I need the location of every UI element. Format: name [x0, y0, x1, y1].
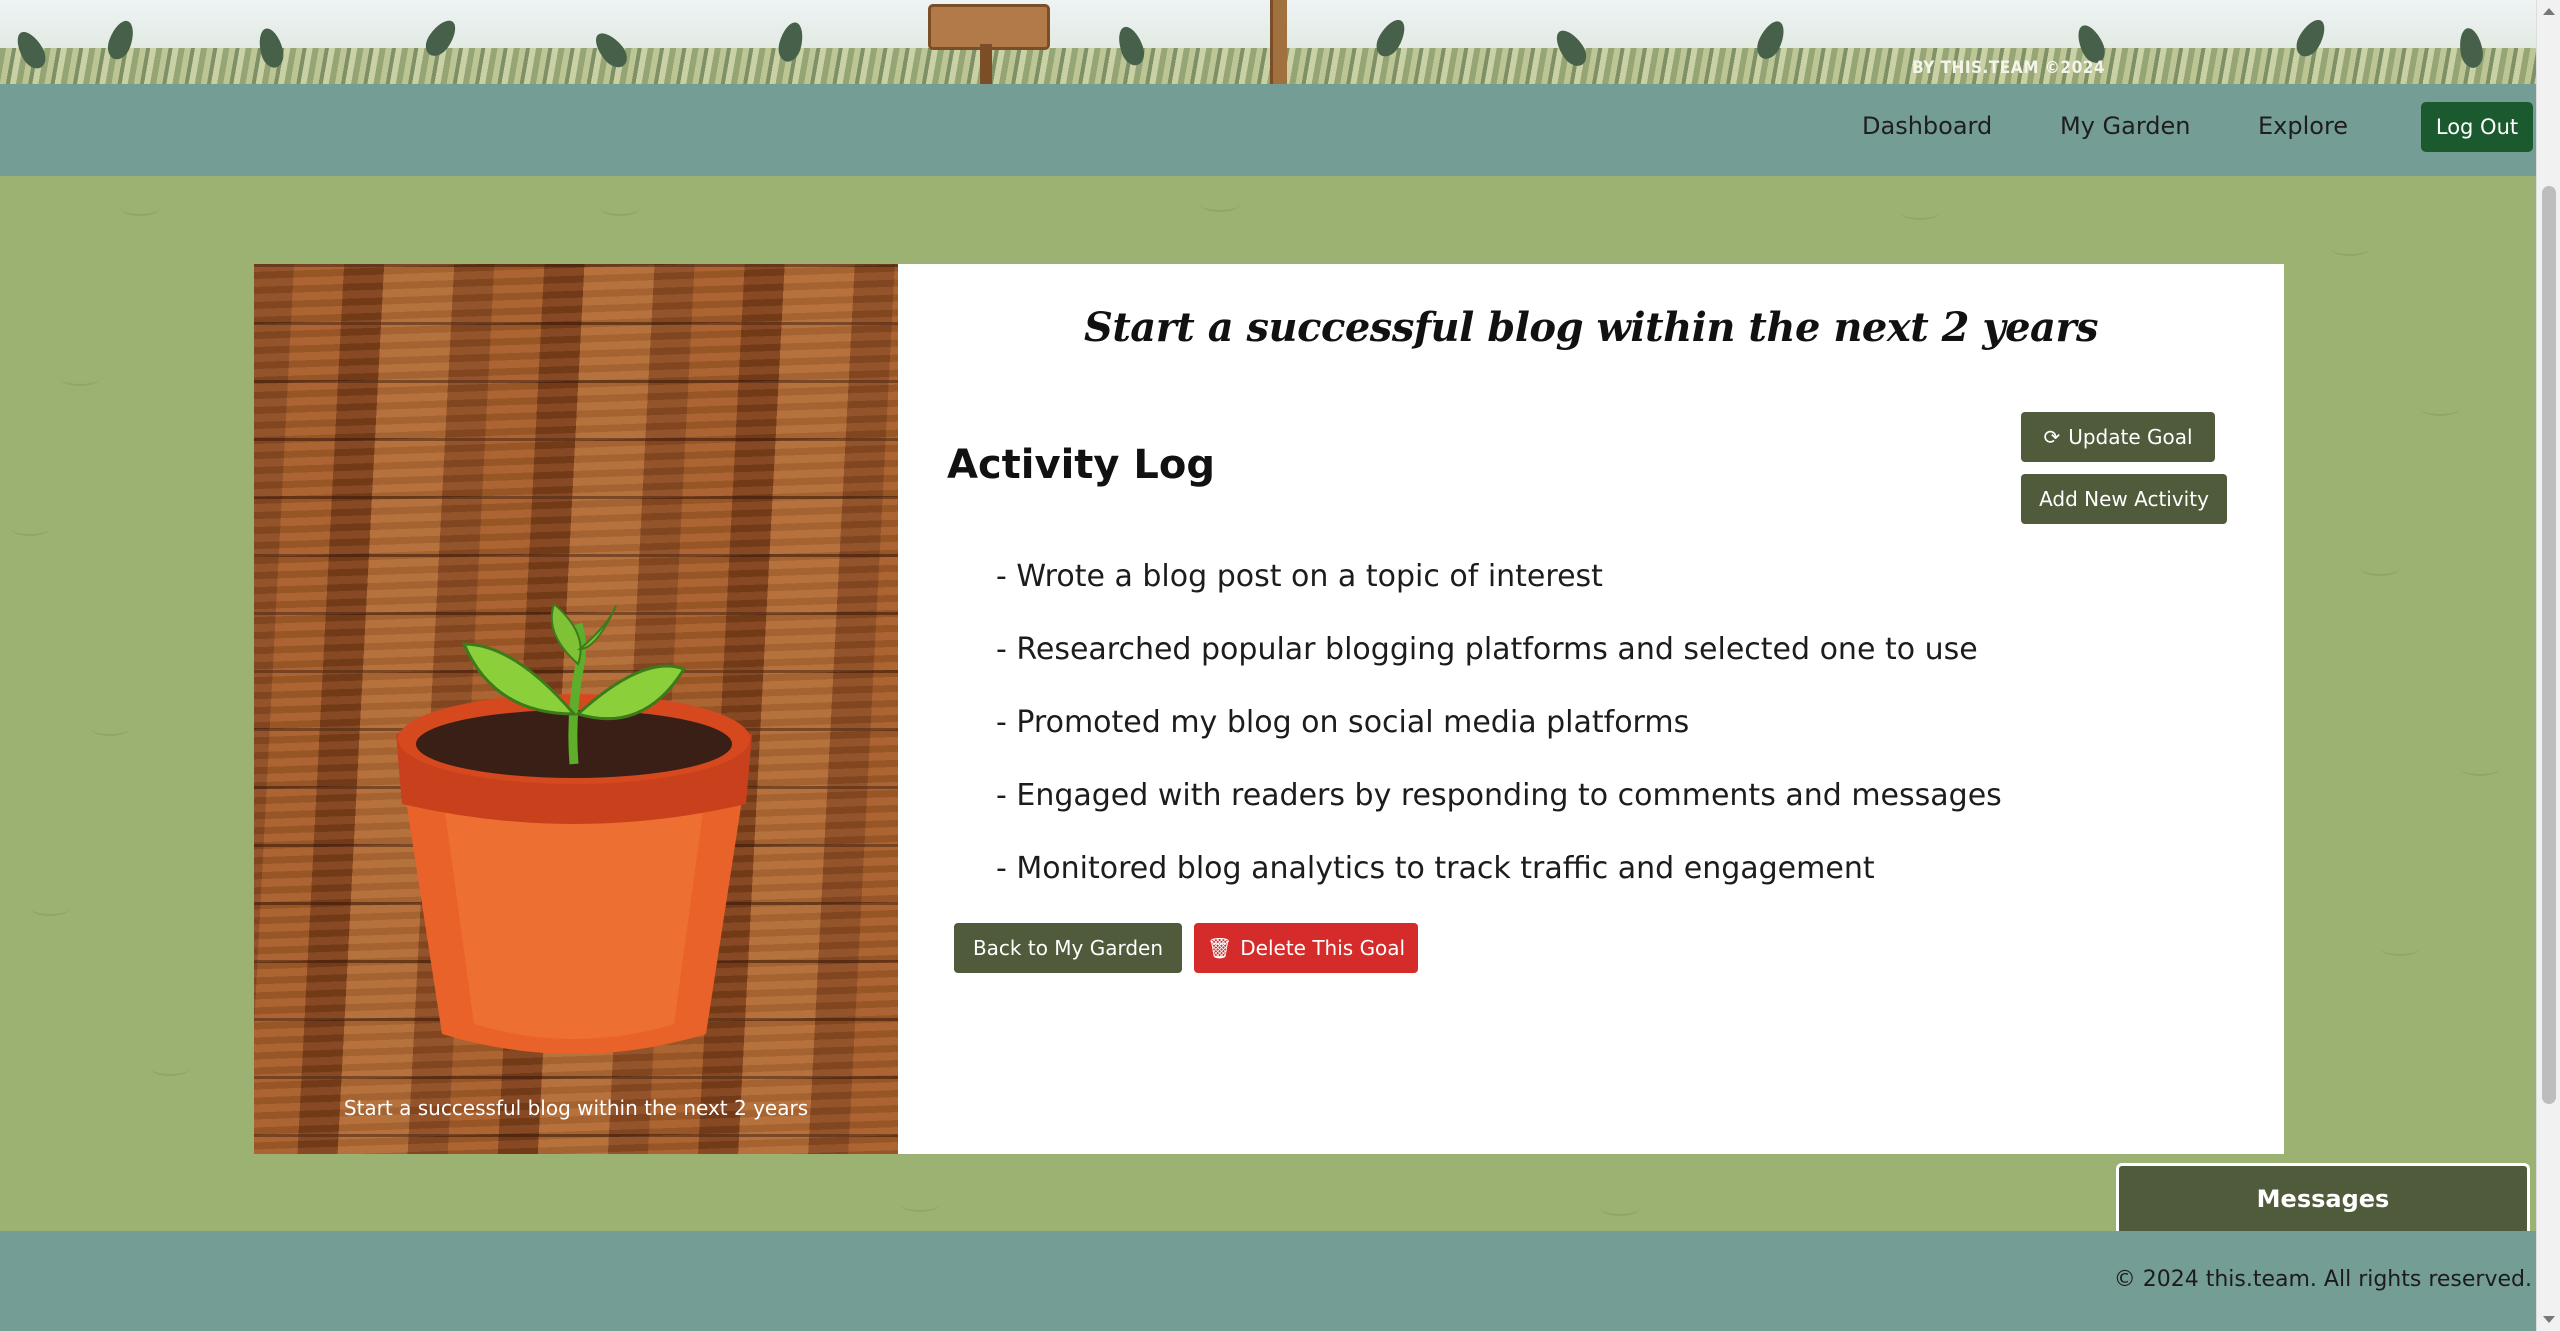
grass-tuft	[600, 200, 640, 216]
delete-goal-label: Delete This Goal	[1240, 936, 1406, 960]
trash-icon: 🗑	[1206, 936, 1233, 960]
goal-card: Start a successful blog within the next …	[254, 264, 2284, 1154]
activity-item: - Researched popular blogging platforms …	[996, 632, 1978, 667]
grass-tuft	[1200, 196, 1240, 212]
scroll-up-icon[interactable]	[2543, 8, 2555, 15]
navbar: Dashboard My Garden Explore Log Out	[0, 84, 2536, 176]
grass-tuft	[2330, 240, 2370, 256]
goal-title: Start a successful blog within the next …	[1083, 304, 2099, 351]
grass-tuft	[120, 200, 160, 216]
banner-ground	[0, 48, 2536, 84]
scroll-thumb[interactable]	[2542, 186, 2556, 1104]
grass-tuft	[30, 900, 70, 916]
add-activity-button[interactable]: Add New Activity	[2021, 474, 2227, 524]
update-goal-button[interactable]: ⟳ Update Goal	[2021, 412, 2215, 462]
messages-tab[interactable]: Messages	[2116, 1163, 2530, 1231]
delete-goal-button[interactable]: 🗑 Delete This Goal	[1194, 923, 1418, 973]
activity-log-heading: Activity Log	[947, 442, 1216, 488]
footer-copyright: © 2024 this.team. All rights reserved.	[2113, 1267, 2532, 1292]
nav-explore[interactable]: Explore	[2258, 112, 2348, 140]
activity-item: - Wrote a blog post on a topic of intere…	[996, 559, 1603, 594]
grass-tuft	[900, 1196, 940, 1212]
grass-tuft	[2380, 940, 2420, 956]
grass-tuft	[2420, 400, 2460, 416]
header-banner: BY THIS.TEAM ©2024	[0, 0, 2536, 84]
logout-button[interactable]: Log Out	[2421, 102, 2533, 152]
grass-tuft	[10, 520, 50, 536]
page-scrollbar[interactable]	[2536, 0, 2560, 1331]
nav-my-garden[interactable]: My Garden	[2060, 112, 2191, 140]
grass-tuft	[60, 370, 100, 386]
footer: © 2024 this.team. All rights reserved.	[0, 1231, 2536, 1331]
nav-dashboard[interactable]: Dashboard	[1862, 112, 1992, 140]
refresh-icon: ⟳	[2043, 425, 2061, 449]
banner-credit: BY THIS.TEAM ©2024	[1912, 58, 2105, 78]
garden-pole	[1270, 0, 1287, 84]
update-goal-label: Update Goal	[2068, 425, 2193, 449]
grass-tuft	[150, 1060, 190, 1076]
grass-tuft	[1900, 204, 1940, 220]
scroll-down-icon[interactable]	[2543, 1316, 2555, 1323]
activity-item: - Engaged with readers by responding to …	[996, 778, 2002, 813]
back-to-garden-button[interactable]: Back to My Garden	[954, 923, 1182, 973]
goal-image-panel: Start a successful blog within the next …	[254, 264, 898, 1154]
activity-item: - Monitored blog analytics to track traf…	[996, 851, 1875, 886]
grass-tuft	[2360, 560, 2400, 576]
goal-image-caption: Start a successful blog within the next …	[343, 1096, 809, 1120]
potted-sprout-illustration	[396, 604, 752, 1054]
grass-tuft	[90, 720, 130, 736]
activity-item: - Promoted my blog on social media platf…	[996, 705, 1690, 740]
activity-list: - Wrote a blog post on a topic of intere…	[996, 560, 2002, 925]
sign-post	[980, 44, 992, 84]
grass-tuft	[2460, 760, 2500, 776]
grass-tuft	[1600, 1200, 1640, 1216]
